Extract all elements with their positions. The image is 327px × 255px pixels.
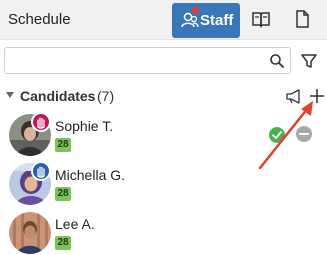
list-item[interactable]: Lee A. 28 xyxy=(0,212,327,255)
avatar xyxy=(9,212,51,254)
raised-hand-icon xyxy=(31,161,51,181)
search-box xyxy=(4,47,291,74)
search-icon[interactable] xyxy=(269,53,285,69)
candidate-name: Lee A. xyxy=(55,216,95,232)
annotation-arrow-icon xyxy=(258,101,313,170)
candidate-name: Michella G. xyxy=(55,167,126,183)
score-badge: 28 xyxy=(55,187,71,201)
candidate-name: Sophie T. xyxy=(55,118,114,134)
staff-tab-label: Staff xyxy=(200,12,234,29)
score-badge: 28 xyxy=(55,138,71,152)
section-title: Candidates xyxy=(20,88,96,104)
collapse-caret-icon[interactable] xyxy=(6,92,14,98)
document-icon[interactable] xyxy=(292,9,312,29)
header-bar: Schedule Staff xyxy=(0,0,327,40)
staff-tab-button[interactable]: Staff xyxy=(172,3,240,38)
score-badge: 28 xyxy=(55,236,71,250)
search-input[interactable] xyxy=(11,52,261,70)
notification-dot xyxy=(192,7,199,14)
raised-hand-icon xyxy=(31,112,51,132)
book-icon[interactable] xyxy=(251,9,271,29)
section-count: (7) xyxy=(97,88,115,104)
filter-icon[interactable] xyxy=(300,52,318,70)
page-title: Schedule xyxy=(8,11,71,28)
